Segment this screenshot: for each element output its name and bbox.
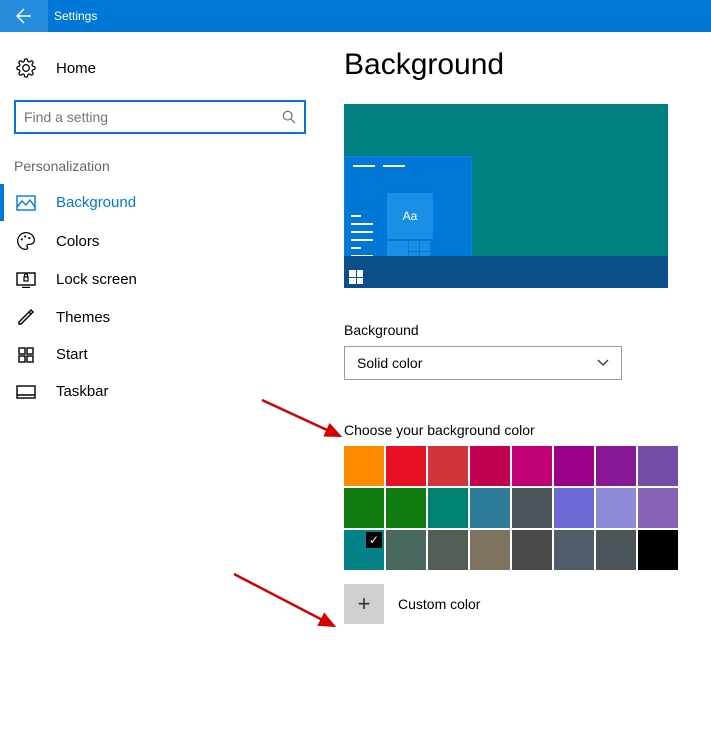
nav-item-label: Background <box>56 194 136 211</box>
color-swatch[interactable] <box>638 446 678 486</box>
plus-icon[interactable]: + <box>344 584 384 624</box>
color-swatch[interactable] <box>386 530 426 570</box>
nav-item-taskbar[interactable]: Taskbar <box>0 373 320 410</box>
titlebar: Settings <box>0 0 711 32</box>
back-button[interactable] <box>0 0 48 32</box>
background-dropdown[interactable]: Solid color <box>344 346 622 380</box>
color-swatch[interactable] <box>638 488 678 528</box>
color-field-label: Choose your background color <box>344 422 687 438</box>
nav-item-label: Themes <box>56 309 110 326</box>
nav-item-label: Taskbar <box>56 383 109 400</box>
main-panel: Background Aa <box>320 32 711 735</box>
background-icon <box>14 195 38 211</box>
color-swatch[interactable] <box>512 446 552 486</box>
nav-item-colors[interactable]: Colors <box>0 221 320 261</box>
sidebar: Home Personalization Background Colors Loc… <box>0 32 320 735</box>
themes-icon <box>14 308 38 326</box>
background-dropdown-value: Solid color <box>357 355 422 371</box>
nav-item-label: Colors <box>56 233 99 250</box>
color-swatch[interactable] <box>554 488 594 528</box>
custom-color-label: Custom color <box>398 596 480 612</box>
color-swatch[interactable] <box>554 530 594 570</box>
color-swatch[interactable] <box>470 488 510 528</box>
nav-item-background[interactable]: Background <box>0 184 320 221</box>
custom-color-row[interactable]: + Custom color <box>344 584 687 624</box>
chevron-down-icon <box>597 357 609 369</box>
color-swatch[interactable] <box>470 446 510 486</box>
color-swatch[interactable] <box>428 446 468 486</box>
color-swatch[interactable] <box>512 530 552 570</box>
color-swatch[interactable] <box>344 488 384 528</box>
page-title: Background <box>344 48 687 82</box>
search-icon <box>282 110 296 124</box>
color-swatch[interactable] <box>386 488 426 528</box>
section-label: Personalization <box>0 158 320 184</box>
preview-taskbar <box>344 256 668 288</box>
windows-logo-icon <box>349 270 363 284</box>
nav-item-start[interactable]: Start <box>0 336 320 373</box>
color-swatch[interactable] <box>554 446 594 486</box>
lockscreen-icon <box>14 272 38 288</box>
color-swatch[interactable] <box>428 530 468 570</box>
color-swatch[interactable] <box>344 530 384 570</box>
color-swatch[interactable] <box>596 530 636 570</box>
nav-item-themes[interactable]: Themes <box>0 298 320 336</box>
desktop-preview: Aa <box>344 104 668 288</box>
nav-home-label: Home <box>56 60 96 77</box>
nav-item-label: Lock screen <box>56 271 137 288</box>
color-swatch[interactable] <box>470 530 510 570</box>
color-swatch[interactable] <box>596 446 636 486</box>
color-swatch[interactable] <box>344 446 384 486</box>
nav-item-lockscreen[interactable]: Lock screen <box>0 261 320 298</box>
back-arrow-icon <box>16 8 32 24</box>
color-swatch[interactable] <box>638 530 678 570</box>
window-title: Settings <box>54 9 97 23</box>
preview-tile-text: Aa <box>387 193 433 239</box>
color-swatch[interactable] <box>386 446 426 486</box>
gear-icon <box>14 58 38 78</box>
color-swatch[interactable] <box>512 488 552 528</box>
color-swatch[interactable] <box>428 488 468 528</box>
search-box[interactable] <box>14 100 306 134</box>
background-field-label: Background <box>344 322 687 338</box>
nav-item-label: Start <box>56 346 88 363</box>
colors-icon <box>14 231 38 251</box>
color-grid <box>344 446 687 570</box>
start-icon <box>14 347 38 363</box>
search-input[interactable] <box>24 109 282 125</box>
color-swatch[interactable] <box>596 488 636 528</box>
taskbar-icon <box>14 385 38 399</box>
nav-home[interactable]: Home <box>0 50 320 86</box>
